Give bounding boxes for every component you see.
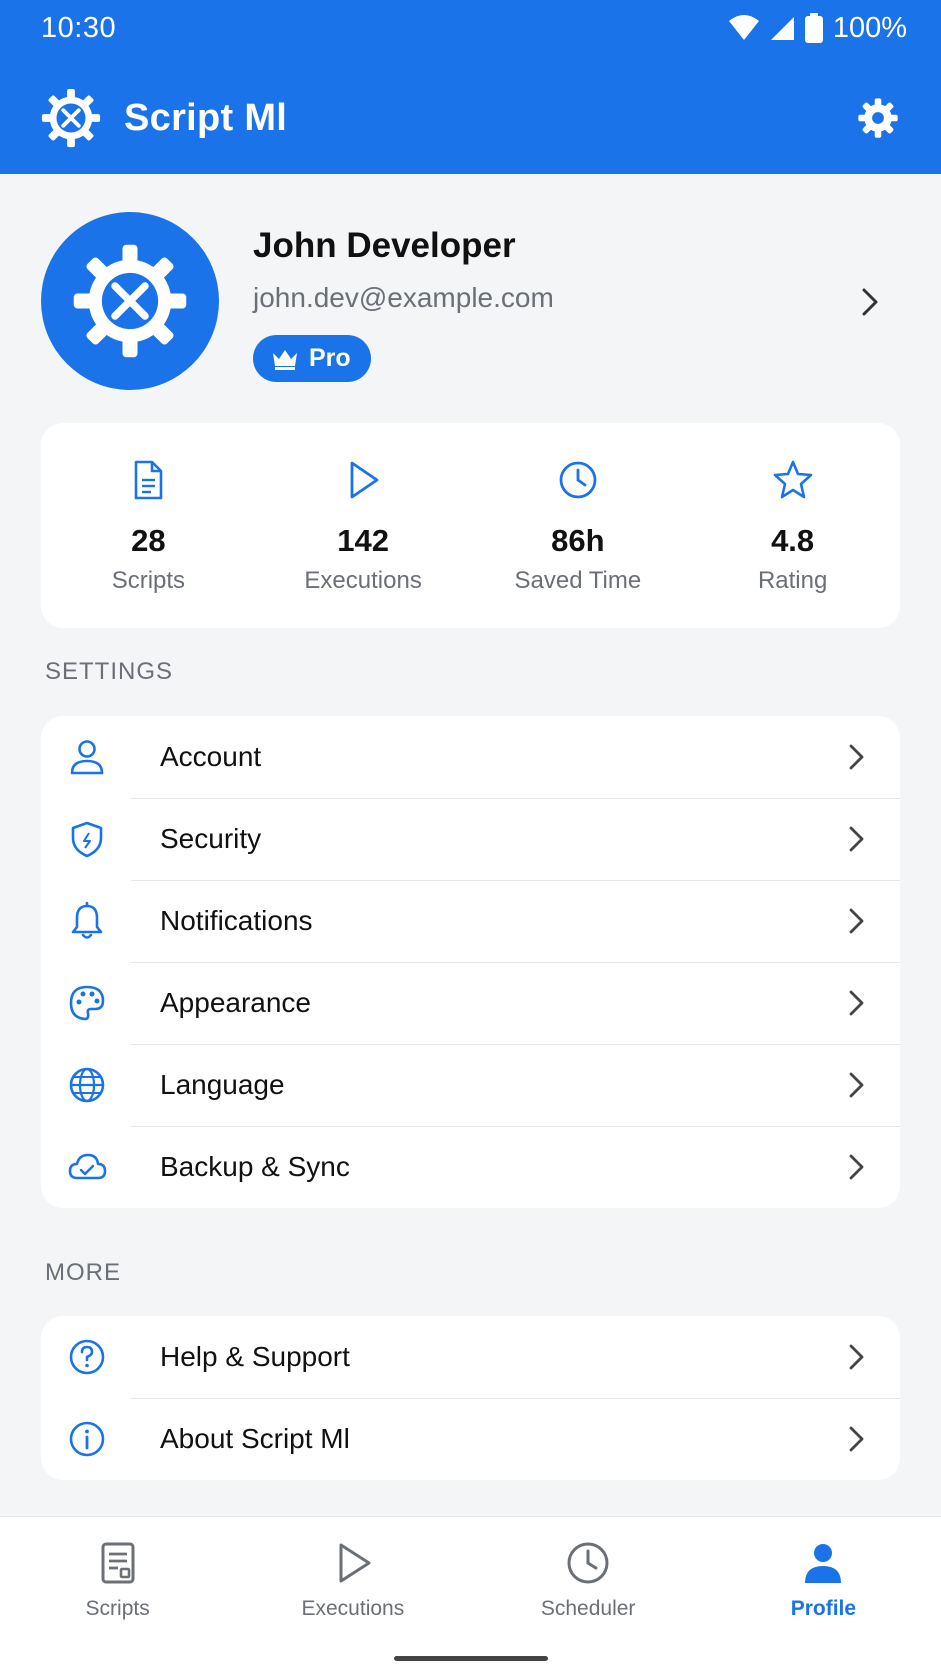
list-item-label: Security bbox=[160, 823, 262, 854]
chevron-right-icon bbox=[849, 1154, 864, 1180]
settings-item-security[interactable]: Security bbox=[41, 798, 900, 880]
settings-button[interactable] bbox=[855, 95, 901, 141]
person-icon bbox=[70, 740, 104, 775]
list-item-label: Backup & Sync bbox=[160, 1151, 350, 1182]
stat-label: Rating bbox=[757, 567, 828, 594]
stat-label: Saved Time bbox=[514, 567, 642, 594]
chevron-right-icon bbox=[849, 744, 864, 770]
status-icons: 100% bbox=[728, 11, 907, 45]
gear-tools-icon bbox=[73, 244, 187, 358]
battery-icon bbox=[804, 13, 823, 43]
bottom-nav: Scripts Executions Scheduler Profile bbox=[0, 1516, 941, 1672]
list-item-label: Account bbox=[160, 741, 262, 772]
bell-icon bbox=[71, 901, 103, 939]
stat-scripts: 28 Scripts bbox=[41, 423, 256, 628]
stat-value: 28 bbox=[131, 523, 166, 558]
more-section-header: MORE bbox=[45, 1259, 121, 1286]
pro-badge-label: Pro bbox=[309, 344, 351, 372]
chevron-right-icon bbox=[849, 1426, 864, 1452]
clock-icon bbox=[567, 1542, 609, 1584]
wifi-icon bbox=[728, 15, 759, 40]
settings-section-header: SETTINGS bbox=[45, 658, 174, 685]
status-time: 10:30 bbox=[41, 11, 117, 44]
gear-icon bbox=[858, 98, 898, 138]
signal-icon bbox=[770, 17, 794, 40]
list-item-label: Notifications bbox=[160, 905, 313, 936]
globe-icon bbox=[69, 1067, 105, 1103]
stat-executions: 142 Executions bbox=[256, 423, 471, 628]
chevron-right-icon bbox=[849, 1072, 864, 1098]
list-item-label: Language bbox=[160, 1069, 285, 1100]
app-title: Script Ml bbox=[124, 96, 288, 139]
stat-value: 4.8 bbox=[771, 523, 815, 558]
chevron-right-icon bbox=[849, 826, 864, 852]
gear-tools-icon bbox=[41, 88, 101, 148]
person-icon bbox=[805, 1544, 842, 1583]
more-list: Help & Support About Script Ml bbox=[41, 1316, 900, 1480]
nav-label: Scripts bbox=[85, 1597, 150, 1620]
settings-item-backup-sync[interactable]: Backup & Sync bbox=[41, 1126, 900, 1208]
nav-tab-scheduler[interactable]: Scheduler bbox=[471, 1517, 706, 1672]
stats-card: 28 Scripts 142 Executions 86h Saved Time… bbox=[41, 423, 900, 628]
profile-name: John Developer bbox=[253, 226, 516, 265]
chevron-right-icon bbox=[849, 908, 864, 934]
stat-value: 86h bbox=[551, 523, 605, 558]
script-icon bbox=[101, 1542, 135, 1584]
play-icon bbox=[339, 1543, 371, 1583]
profile-email: john.dev@example.com bbox=[253, 282, 554, 313]
more-item-help-support[interactable]: Help & Support bbox=[41, 1316, 900, 1398]
home-indicator bbox=[394, 1656, 548, 1661]
clock-icon bbox=[559, 461, 597, 499]
nav-tab-profile[interactable]: Profile bbox=[706, 1517, 941, 1672]
settings-item-language[interactable]: Language bbox=[41, 1044, 900, 1126]
list-item-label: About Script Ml bbox=[160, 1423, 350, 1454]
more-item-about[interactable]: About Script Ml bbox=[41, 1398, 900, 1480]
stat-saved-time: 86h Saved Time bbox=[471, 423, 686, 628]
settings-item-notifications[interactable]: Notifications bbox=[41, 880, 900, 962]
nav-label: Executions bbox=[301, 1597, 405, 1620]
avatar bbox=[41, 212, 219, 390]
pro-badge: Pro bbox=[253, 335, 371, 382]
chevron-right-icon[interactable] bbox=[855, 284, 885, 320]
toolbar: Script Ml bbox=[0, 80, 941, 156]
battery-percent: 100% bbox=[832, 11, 907, 44]
settings-item-appearance[interactable]: Appearance bbox=[41, 962, 900, 1044]
nav-label: Scheduler bbox=[540, 1597, 636, 1620]
settings-list: Account Security Notifications Appearanc… bbox=[41, 716, 900, 1208]
app-bar: 10:30 100% Script Ml bbox=[0, 0, 941, 174]
document-icon bbox=[135, 460, 163, 500]
settings-item-account[interactable]: Account bbox=[41, 716, 900, 798]
nav-label: Profile bbox=[790, 1597, 857, 1620]
help-icon bbox=[69, 1339, 105, 1375]
star-icon bbox=[773, 460, 812, 499]
profile-screen: 10:30 100% Script Ml John Developer john… bbox=[0, 0, 941, 1672]
list-item-label: Appearance bbox=[160, 987, 312, 1018]
shield-icon bbox=[71, 821, 103, 858]
list-item-label: Help & Support bbox=[160, 1341, 350, 1372]
stat-label: Scripts bbox=[111, 567, 186, 594]
chevron-right-icon bbox=[849, 990, 864, 1016]
nav-tab-scripts[interactable]: Scripts bbox=[0, 1517, 235, 1672]
palette-icon bbox=[69, 985, 105, 1021]
info-icon bbox=[69, 1421, 105, 1457]
chevron-right-icon bbox=[849, 1344, 864, 1370]
stat-label: Executions bbox=[304, 567, 422, 594]
cloud-sync-icon bbox=[68, 1153, 107, 1180]
profile-header[interactable]: John Developer john.dev@example.com Pro bbox=[0, 212, 941, 392]
status-bar: 10:30 100% bbox=[0, 0, 941, 56]
nav-tab-executions[interactable]: Executions bbox=[235, 1517, 470, 1672]
stat-rating: 4.8 Rating bbox=[685, 423, 900, 628]
crown-icon bbox=[273, 349, 297, 370]
play-icon bbox=[350, 461, 379, 499]
stat-value: 142 bbox=[337, 523, 389, 558]
